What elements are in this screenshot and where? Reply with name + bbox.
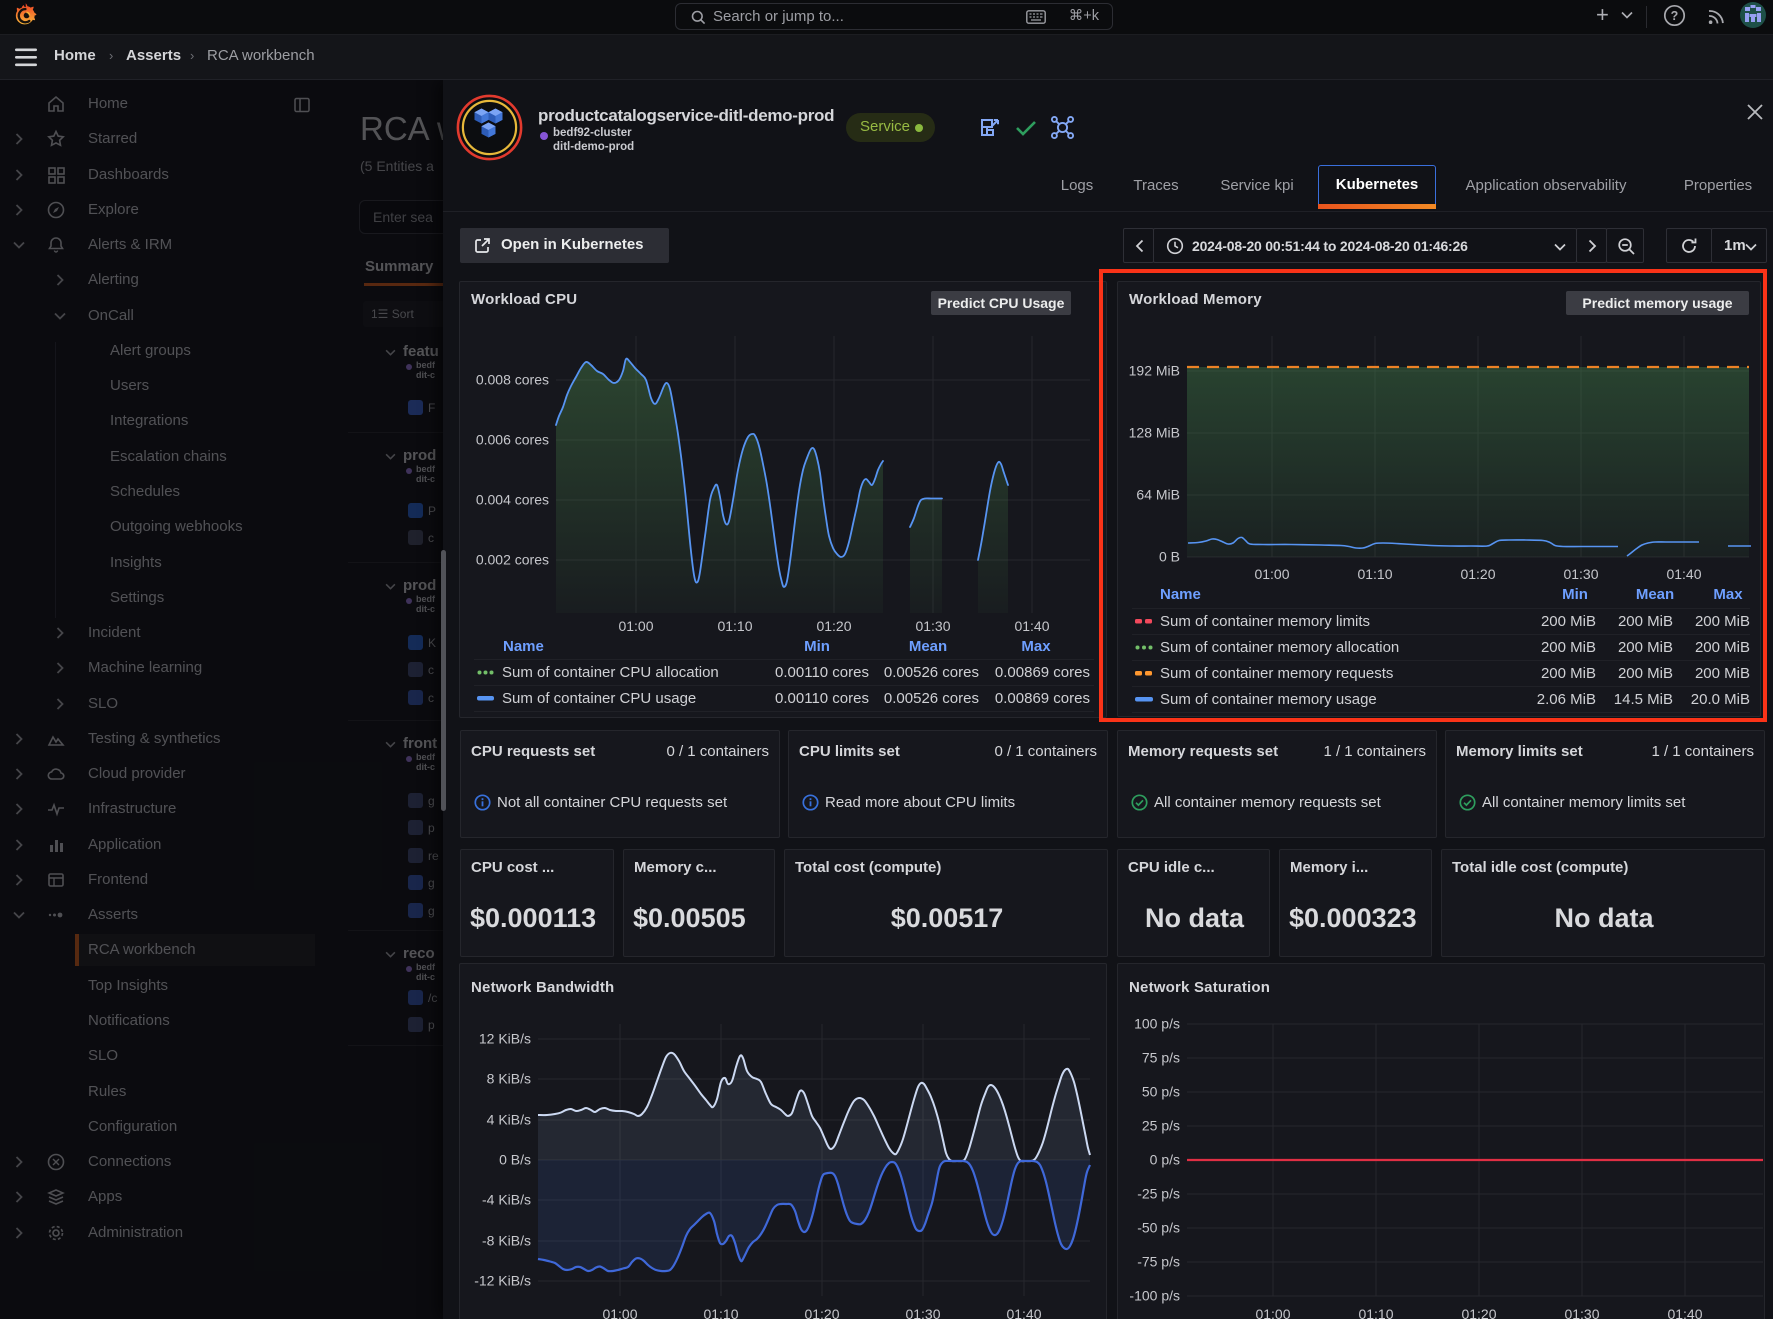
svg-text:0.008 cores: 0.008 cores xyxy=(476,372,549,388)
svg-text:01:40: 01:40 xyxy=(1667,1306,1702,1319)
svg-text:01:00: 01:00 xyxy=(618,618,653,634)
svg-text:4 KiB/s: 4 KiB/s xyxy=(487,1112,531,1128)
svg-text:100 p/s: 100 p/s xyxy=(1134,1016,1180,1032)
svg-text:01:20: 01:20 xyxy=(816,618,851,634)
svg-text:-50 p/s: -50 p/s xyxy=(1137,1220,1180,1236)
svg-text:01:30: 01:30 xyxy=(915,618,950,634)
svg-text:01:20: 01:20 xyxy=(1461,1306,1496,1319)
svg-text:-25 p/s: -25 p/s xyxy=(1137,1186,1180,1202)
svg-text:-75 p/s: -75 p/s xyxy=(1137,1254,1180,1270)
svg-text:0.006 cores: 0.006 cores xyxy=(476,432,549,448)
svg-text:8 KiB/s: 8 KiB/s xyxy=(487,1071,531,1087)
svg-text:?: ? xyxy=(1671,9,1679,23)
svg-text:01:20: 01:20 xyxy=(804,1306,839,1319)
svg-text:0 B/s: 0 B/s xyxy=(499,1152,531,1168)
svg-text:0 p/s: 0 p/s xyxy=(1150,1152,1180,1168)
svg-text:01:40: 01:40 xyxy=(1006,1306,1041,1319)
svg-text:0.002 cores: 0.002 cores xyxy=(476,552,549,568)
svg-text:-4 KiB/s: -4 KiB/s xyxy=(482,1192,531,1208)
svg-text:-100 p/s: -100 p/s xyxy=(1129,1288,1180,1304)
svg-text:01:10: 01:10 xyxy=(717,618,752,634)
svg-text:-12 KiB/s: -12 KiB/s xyxy=(474,1273,531,1289)
svg-text:01:00: 01:00 xyxy=(1255,1306,1290,1319)
svg-text:01:10: 01:10 xyxy=(1358,1306,1393,1319)
svg-text:01:10: 01:10 xyxy=(703,1306,738,1319)
svg-text:01:40: 01:40 xyxy=(1014,618,1049,634)
svg-text:01:30: 01:30 xyxy=(905,1306,940,1319)
svg-text:01:00: 01:00 xyxy=(602,1306,637,1319)
svg-text:0.004 cores: 0.004 cores xyxy=(476,492,549,508)
svg-text:01:30: 01:30 xyxy=(1564,1306,1599,1319)
svg-text:50 p/s: 50 p/s xyxy=(1142,1084,1180,1100)
svg-text:75 p/s: 75 p/s xyxy=(1142,1050,1180,1066)
svg-text:12 KiB/s: 12 KiB/s xyxy=(479,1031,531,1047)
svg-text:25 p/s: 25 p/s xyxy=(1142,1118,1180,1134)
svg-text:-8 KiB/s: -8 KiB/s xyxy=(482,1233,531,1249)
